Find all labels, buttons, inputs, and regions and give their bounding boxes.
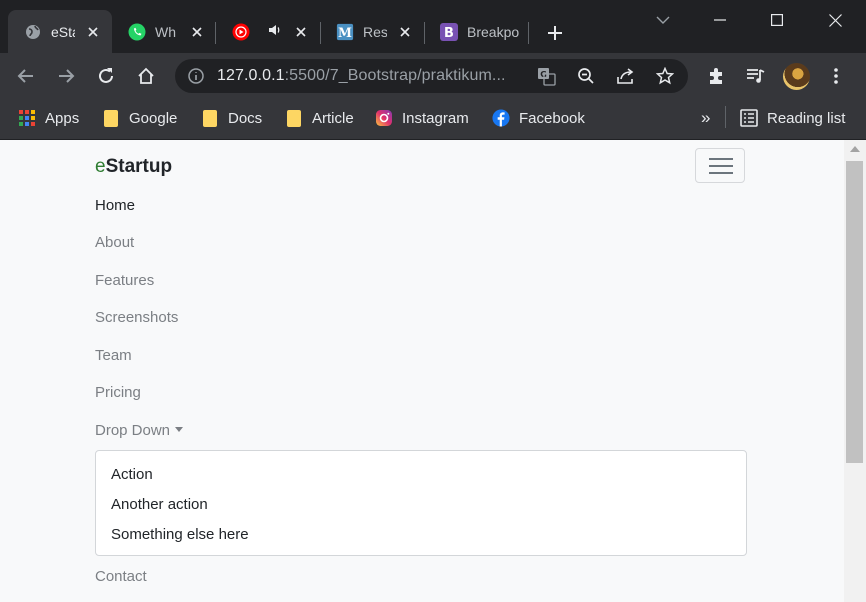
bookmark-instagram[interactable]: Instagram bbox=[375, 107, 469, 129]
reading-list-button[interactable]: Reading list bbox=[740, 107, 845, 129]
home-icon bbox=[138, 67, 154, 84]
bookmark-label: Docs bbox=[228, 109, 263, 127]
svg-text:M: M bbox=[338, 25, 352, 40]
whatsapp-icon bbox=[128, 23, 146, 41]
speaker-icon[interactable] bbox=[268, 23, 282, 40]
bookmarks-overflow-button[interactable]: » bbox=[701, 107, 710, 129]
share-icon[interactable] bbox=[616, 67, 636, 90]
bookmark-label: Google bbox=[129, 109, 178, 127]
playlist-icon bbox=[747, 69, 765, 83]
minimize-icon bbox=[714, 19, 726, 21]
forward-button[interactable] bbox=[52, 62, 80, 90]
tab-whatsapp[interactable]: Wh bbox=[112, 10, 216, 54]
bookmarks-bar: Apps Google Docs Article Instagram Faceb… bbox=[0, 99, 866, 140]
chevron-down-icon bbox=[656, 16, 670, 24]
globe-icon bbox=[24, 23, 42, 41]
new-tab-button[interactable] bbox=[542, 20, 568, 46]
scrollbar-thumb[interactable] bbox=[846, 161, 863, 463]
arrow-right-icon bbox=[59, 69, 75, 83]
extensions-button[interactable] bbox=[702, 62, 730, 90]
bootstrap-icon: B bbox=[440, 23, 458, 41]
folder-icon bbox=[102, 109, 120, 127]
reload-icon bbox=[99, 68, 113, 83]
reading-list-icon bbox=[740, 109, 758, 127]
tab-search-button[interactable] bbox=[643, 8, 683, 32]
tab-title: Breakpo bbox=[467, 24, 519, 40]
translate-icon[interactable]: G bbox=[537, 67, 556, 91]
maximize-button[interactable] bbox=[757, 8, 797, 32]
nav-team[interactable]: Team bbox=[95, 347, 132, 364]
media-control-button[interactable] bbox=[742, 62, 770, 90]
instagram-icon bbox=[375, 109, 393, 127]
close-tab-icon[interactable] bbox=[395, 22, 415, 42]
m-logo-icon: M bbox=[336, 23, 354, 41]
star-icon[interactable] bbox=[655, 66, 675, 90]
address-bar[interactable]: 127.0.0.1:5500/7_Bootstrap/praktikum... … bbox=[175, 59, 688, 93]
tab-title: Wh bbox=[155, 24, 176, 40]
maximize-icon bbox=[771, 14, 783, 26]
puzzle-icon bbox=[710, 68, 722, 84]
tab-breakpoints[interactable]: B Breakpo bbox=[424, 10, 528, 54]
navbar-toggler-button[interactable] bbox=[695, 148, 745, 183]
back-button[interactable] bbox=[12, 62, 40, 90]
svg-text:B: B bbox=[444, 26, 454, 41]
apps-grid-icon bbox=[18, 109, 36, 127]
close-tab-icon[interactable] bbox=[291, 22, 311, 42]
bookmark-label: Article bbox=[312, 109, 354, 127]
bookmarks-separator bbox=[725, 106, 726, 128]
arrow-left-icon bbox=[17, 69, 33, 83]
web-page: eStartup Home About Features Screenshots… bbox=[0, 140, 844, 602]
nav-about[interactable]: About bbox=[95, 234, 134, 251]
nav-contact[interactable]: Contact bbox=[95, 568, 147, 585]
close-tab-icon[interactable] bbox=[83, 22, 103, 42]
nav-pricing[interactable]: Pricing bbox=[95, 384, 141, 401]
site-info-icon[interactable] bbox=[188, 68, 204, 89]
close-tab-icon[interactable] bbox=[187, 22, 207, 42]
dropdown-item-another-action[interactable]: Another action bbox=[111, 496, 208, 513]
caret-down-icon bbox=[175, 427, 184, 432]
close-icon bbox=[828, 13, 842, 27]
nav-home[interactable]: Home bbox=[95, 197, 135, 214]
home-button[interactable] bbox=[132, 62, 160, 90]
bookmark-facebook[interactable]: Facebook bbox=[492, 107, 585, 129]
nav-features[interactable]: Features bbox=[95, 272, 154, 289]
dropdown-menu: Action Another action Something else her… bbox=[95, 450, 747, 556]
url-text[interactable]: 127.0.0.1:5500/7_Bootstrap/praktikum... bbox=[217, 67, 506, 85]
tab-title: Res bbox=[363, 24, 387, 40]
facebook-icon bbox=[492, 109, 510, 127]
navbar-brand[interactable]: eStartup bbox=[95, 156, 172, 178]
dropdown-item-action[interactable]: Action bbox=[111, 466, 153, 483]
nav-dropdown-toggle[interactable]: Drop Down bbox=[95, 422, 184, 439]
vertical-scrollbar[interactable] bbox=[844, 140, 866, 602]
tab-strip: eSta Wh M Res bbox=[0, 0, 866, 54]
bookmark-google[interactable]: Google bbox=[102, 107, 177, 129]
minimize-button[interactable] bbox=[700, 8, 740, 32]
bookmark-apps[interactable]: Apps bbox=[18, 107, 79, 129]
nav-screenshots[interactable]: Screenshots bbox=[95, 309, 178, 326]
tab-res[interactable]: M Res bbox=[320, 10, 424, 54]
reload-button[interactable] bbox=[92, 62, 120, 90]
menu-button[interactable] bbox=[822, 62, 850, 90]
tab-separator bbox=[528, 22, 529, 44]
bookmark-docs[interactable]: Docs bbox=[201, 107, 262, 129]
more-vert-icon bbox=[834, 68, 838, 84]
scroll-up-arrow-icon[interactable] bbox=[850, 146, 860, 152]
folder-icon bbox=[201, 109, 219, 127]
youtube-music-icon bbox=[232, 23, 250, 41]
dropdown-item-something-else[interactable]: Something else here bbox=[111, 526, 249, 543]
browser-toolbar: 127.0.0.1:5500/7_Bootstrap/praktikum... … bbox=[0, 53, 866, 99]
bookmark-article[interactable]: Article bbox=[285, 107, 354, 129]
zoom-out-icon[interactable] bbox=[577, 67, 595, 90]
tab-youtube-music[interactable] bbox=[216, 10, 320, 54]
tab-title: eSta bbox=[51, 24, 75, 40]
bookmark-label: Facebook bbox=[519, 109, 585, 127]
tab-estartup[interactable]: eSta bbox=[8, 10, 112, 54]
close-window-button[interactable] bbox=[815, 8, 855, 32]
bookmark-label: Apps bbox=[45, 109, 80, 127]
bookmark-label: Instagram bbox=[402, 109, 469, 127]
plus-icon bbox=[548, 26, 562, 40]
folder-icon bbox=[285, 109, 303, 127]
profile-avatar[interactable] bbox=[783, 63, 810, 90]
reading-list-label: Reading list bbox=[767, 109, 846, 127]
